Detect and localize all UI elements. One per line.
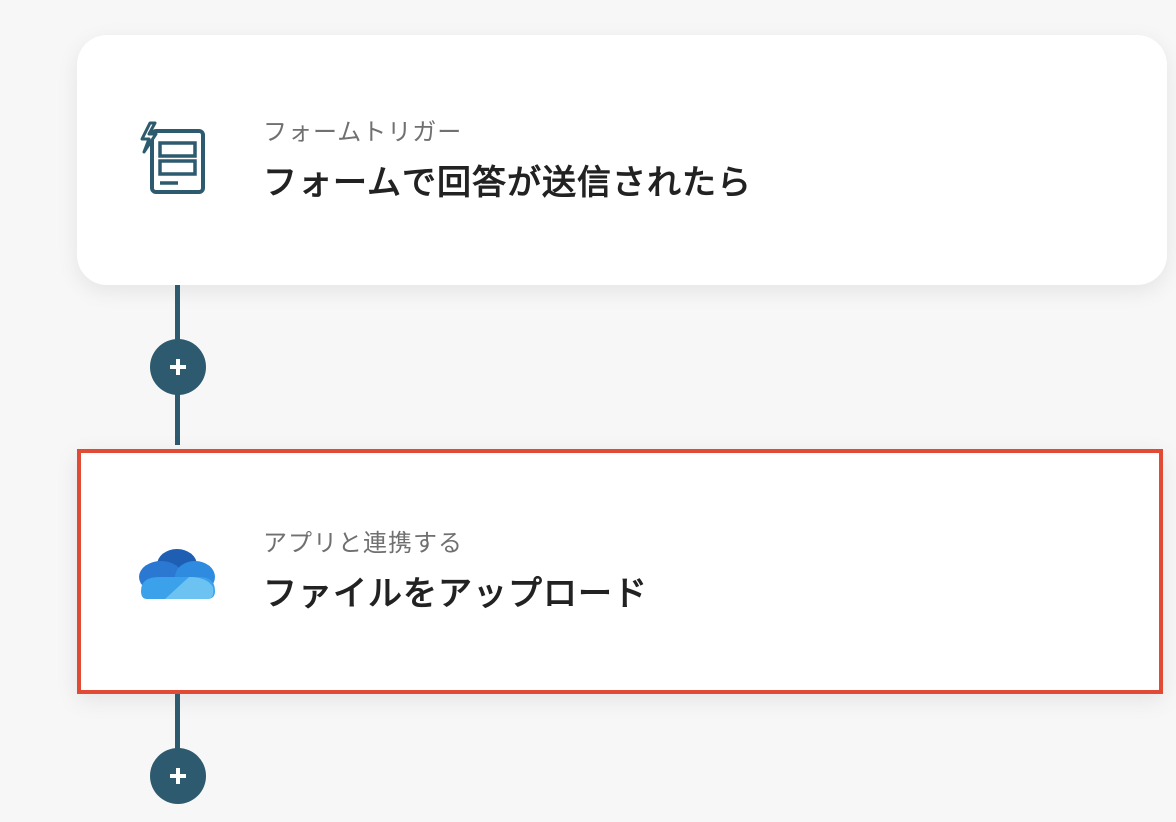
- plus-icon: [170, 768, 186, 784]
- add-step-button[interactable]: [150, 339, 206, 395]
- plus-icon: [170, 359, 186, 375]
- onedrive-cloud-icon: [137, 547, 217, 603]
- trigger-step-card[interactable]: フォームトリガー フォームで回答が送信されたら: [77, 35, 1167, 285]
- trigger-step-text: フォームトリガー フォームで回答が送信されたら: [263, 120, 752, 200]
- action-step-card[interactable]: アプリと連携する ファイルをアップロード: [77, 449, 1163, 694]
- flow-connector-line: [175, 694, 180, 754]
- trigger-step-title: フォームで回答が送信されたら: [263, 163, 752, 203]
- form-trigger-icon: [136, 121, 210, 203]
- action-step-subtitle: アプリと連携する: [263, 529, 463, 557]
- action-step-title: ファイルをアップロード: [263, 574, 648, 614]
- add-step-button[interactable]: [150, 748, 206, 804]
- trigger-step-subtitle: フォームトリガー: [263, 118, 463, 146]
- action-step-text: アプリと連携する ファイルをアップロード: [263, 531, 648, 611]
